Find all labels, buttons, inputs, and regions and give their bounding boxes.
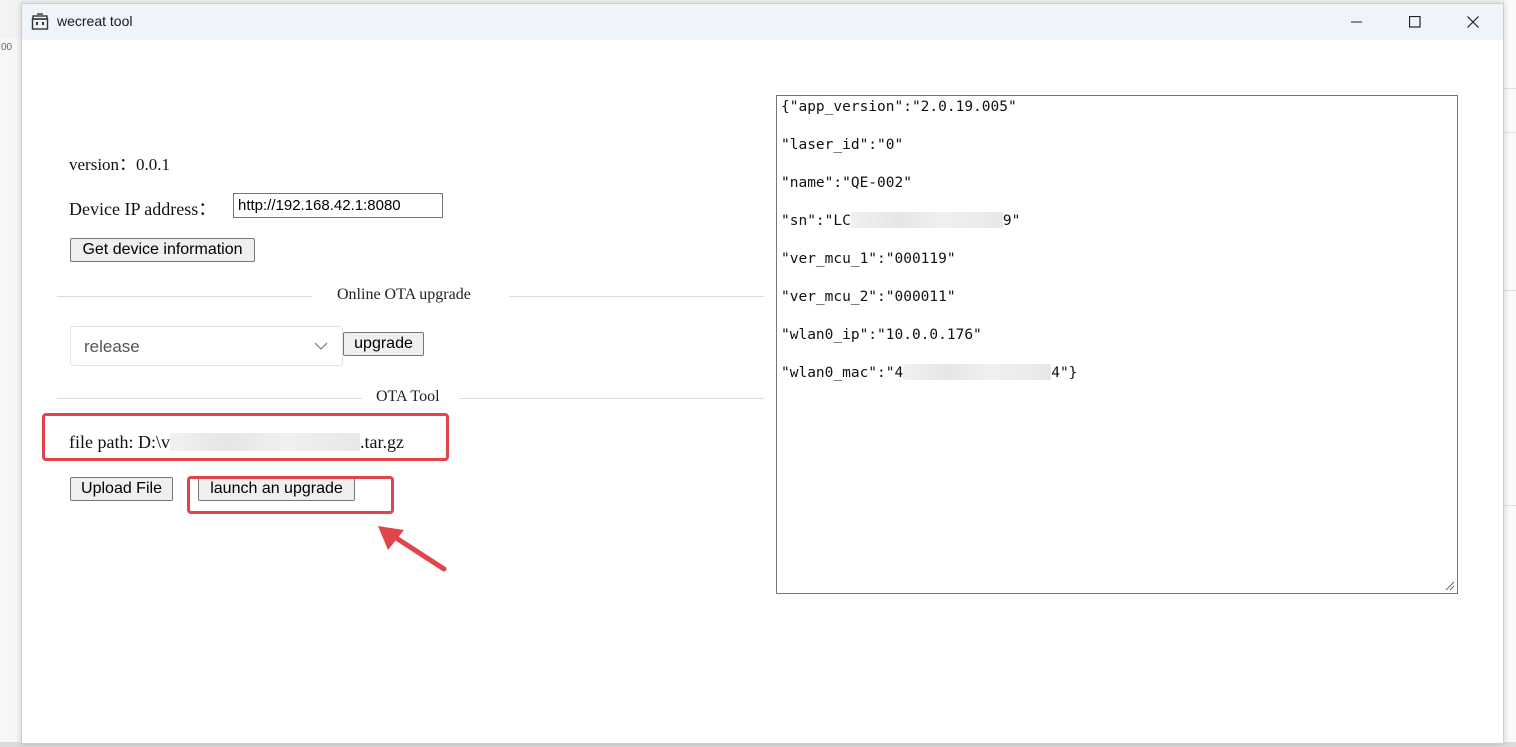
section-divider [459,398,764,399]
background-divider [1503,132,1516,133]
online-ota-section-title: Online OTA upgrade [337,286,471,303]
minimize-icon [1351,21,1362,23]
get-device-information-button[interactable]: Get device information [70,238,255,262]
chevron-down-icon [314,342,328,350]
redacted-sn [850,211,1003,228]
version-label: version： [69,155,137,174]
app-window: wecreat tool version：0.0.1 Device IP add… [21,3,1504,744]
section-divider [57,296,312,297]
background-divider [1503,88,1516,89]
annotation-arrow-icon [378,526,447,572]
release-channel-select[interactable]: release [70,326,343,366]
minimize-button[interactable] [1328,4,1386,40]
sn-prefix: "sn":"LC [781,213,851,229]
version-row: version：0.0.1 [69,150,170,175]
json-line: "wlan0_ip":"10.0.0.176" [781,327,982,343]
json-line-sn: "sn":"LC 9" [781,211,1453,251]
json-line: "ver_mcu_1":"000119" [781,251,956,267]
mac-tail: 4"} [1051,365,1078,381]
background-divider [1503,505,1516,506]
section-divider [509,296,764,297]
ip-address-input[interactable] [233,193,443,218]
maximize-button[interactable] [1386,4,1444,40]
version-value: 0.0.1 [136,155,171,174]
annotation-box-launch [187,476,394,514]
background-app-edge [0,38,22,747]
close-icon [1467,16,1479,28]
title-bar[interactable]: wecreat tool [22,4,1503,40]
maximize-icon [1409,16,1421,28]
section-divider [57,398,362,399]
device-info-output[interactable]: {"app_version":"2.0.19.005" "laser_id":"… [776,95,1458,594]
resize-grip-icon[interactable] [1445,581,1455,591]
json-line: "name":"QE-002" [781,175,912,191]
select-value: release [84,337,140,356]
main-content: version：0.0.1 Device IP address： Get dev… [22,40,1503,743]
ip-address-label: Device IP address： [69,199,217,219]
background-divider [1503,290,1516,291]
background-ruler: 00 [1,42,13,53]
json-line: "ver_mcu_2":"000011" [781,289,956,305]
annotation-box-file-path [42,413,449,461]
ota-tool-section-title: OTA Tool [376,388,440,405]
close-button[interactable] [1444,4,1502,40]
json-line: "laser_id":"0" [781,137,904,153]
window-title: wecreat tool [57,13,133,29]
online-upgrade-button[interactable]: upgrade [343,332,424,356]
json-line-mac: "wlan0_mac":"4 4"} [781,363,1453,403]
background-app-edge-right [1503,0,1516,747]
app-toolbox-icon [31,13,49,30]
sn-tail: 9" [1002,213,1021,229]
redacted-mac [903,363,1052,380]
upload-file-button[interactable]: Upload File [70,477,173,501]
json-line: {"app_version":"2.0.19.005" [781,99,1017,115]
mac-prefix: "wlan0_mac":"4 [781,365,904,381]
